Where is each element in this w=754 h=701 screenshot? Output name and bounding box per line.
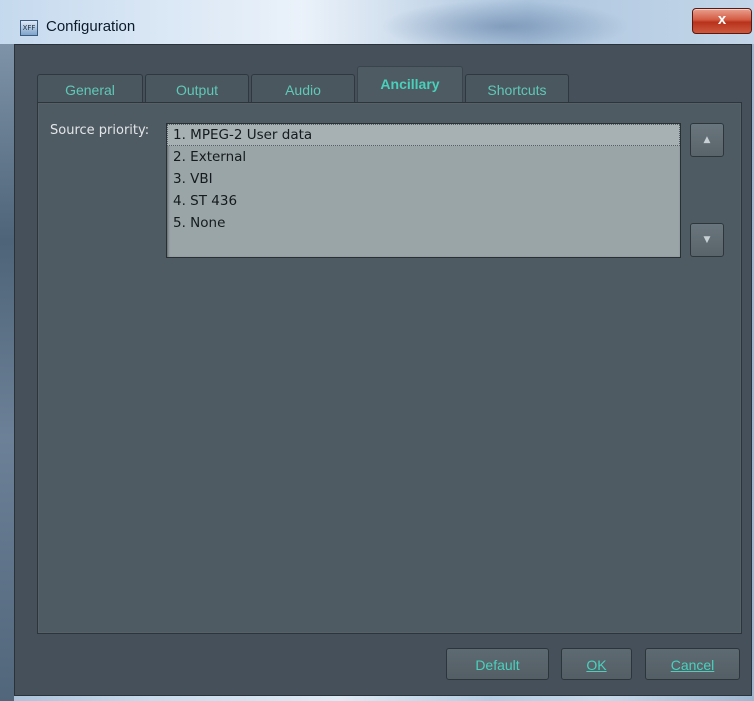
window-title: Configuration — [46, 18, 136, 35]
ok-button[interactable]: OK — [561, 648, 632, 680]
list-item[interactable]: 2. External — [167, 146, 680, 168]
title-bar[interactable]: XFF Configuration x — [0, 0, 754, 44]
tab-ancillary[interactable]: Ancillary — [357, 66, 463, 103]
tab-audio[interactable]: Audio — [251, 74, 355, 102]
list-item[interactable]: 3. VBI — [167, 168, 680, 190]
tab-output[interactable]: Output — [145, 74, 249, 102]
tab-general[interactable]: General — [37, 74, 143, 102]
move-down-button[interactable]: ▼ — [690, 223, 724, 257]
window-frame-edge — [0, 44, 14, 701]
ancillary-tab-page: Source priority: 1. MPEG-2 User data 2. … — [37, 102, 742, 634]
app-icon: XFF — [20, 20, 38, 36]
tab-shortcuts[interactable]: Shortcuts — [465, 74, 569, 102]
arrow-up-icon: ▲ — [703, 135, 711, 145]
move-up-button[interactable]: ▲ — [690, 123, 724, 157]
source-priority-list[interactable]: 1. MPEG-2 User data 2. External 3. VBI 4… — [166, 123, 681, 258]
configuration-window: XFF Configuration x General Output Audio… — [0, 0, 754, 701]
tab-bar: General Output Audio Ancillary Shortcuts — [37, 66, 577, 104]
list-item[interactable]: 5. None — [167, 212, 680, 234]
default-button[interactable]: Default — [446, 648, 549, 680]
list-item[interactable]: 4. ST 436 — [167, 190, 680, 212]
source-priority-label: Source priority: — [50, 123, 150, 138]
list-item[interactable]: 1. MPEG-2 User data — [167, 124, 680, 146]
close-button[interactable]: x — [692, 8, 752, 34]
arrow-down-icon: ▼ — [703, 235, 711, 245]
cancel-button[interactable]: Cancel — [645, 648, 740, 680]
dialog-client-area: General Output Audio Ancillary Shortcuts… — [14, 44, 752, 696]
